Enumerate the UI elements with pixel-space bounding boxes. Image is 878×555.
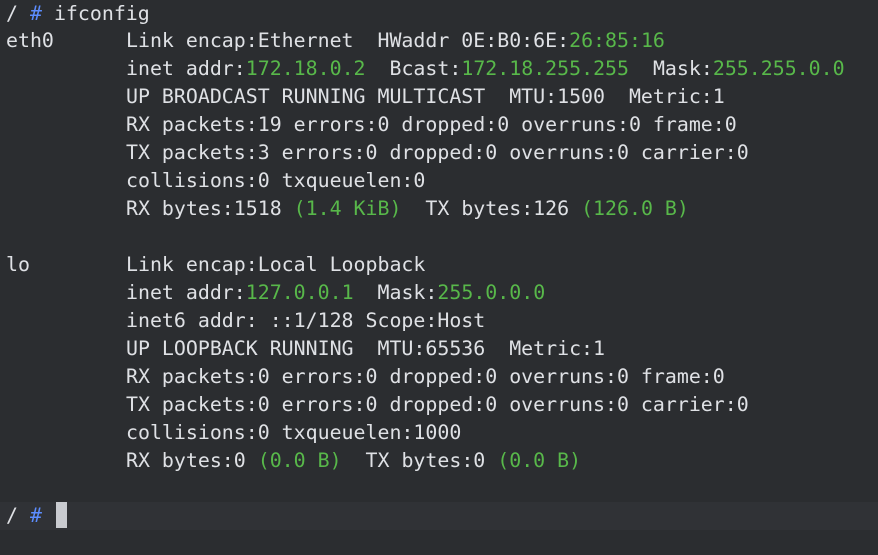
lo-rx-bytes-hr: (0.0 B) (257, 449, 342, 472)
lo-inet-line: inet addr:127.0.0.1 Mask:255.0.0.0 (6, 279, 545, 307)
lo-encap: Link encap:Local Loopback (126, 253, 426, 276)
lo-collisions-line: collisions:0 txqueuelen:1000 (6, 419, 461, 447)
lo-bytes-line: RX bytes:0 (0.0 B) TX bytes:0 (0.0 B) (6, 447, 581, 475)
eth0-rx-bytes: RX bytes:1518 (126, 197, 294, 220)
eth0-flags-line: UP BROADCAST RUNNING MULTICAST MTU:1500 … (6, 83, 725, 111)
eth0-tx-packets: TX packets:3 errors:0 dropped:0 overruns… (126, 141, 749, 164)
eth0-collisions: collisions:0 txqueuelen:0 (126, 169, 426, 192)
eth0-encap: Link encap:Ethernet (126, 29, 354, 52)
lo-inet-label: inet addr: (126, 281, 246, 304)
eth0-mask-label: Mask: (652, 57, 713, 80)
interface-name-lo: lo (6, 253, 30, 276)
lo-inet6-line: inet6 addr: ::1/128 Scope:Host (6, 307, 485, 335)
command-line: / # ifconfig (6, 0, 150, 28)
eth0-rx-bytes-hr: (1.4 KiB) (293, 197, 402, 220)
eth0-encap-line: eth0 Link encap:Ethernet HWaddr 0E:B0:6E:… (6, 27, 665, 55)
lo-rx-bytes: RX bytes:0 (126, 449, 258, 472)
lo-tx-bytes: TX bytes:0 (365, 449, 498, 472)
prompt-symbol: # (29, 2, 42, 25)
eth0-tx-bytes-hr: (126.0 B) (581, 197, 689, 220)
eth0-rx-packets: RX packets:19 errors:0 dropped:0 overrun… (126, 113, 737, 136)
eth0-tx-bytes: TX bytes:126 (425, 197, 582, 220)
eth0-hwaddr-tail: 26:85:16 (569, 29, 665, 52)
eth0-bcast: 172.18.255.255 (461, 57, 629, 80)
eth0-tx-packets-line: TX packets:3 errors:0 dropped:0 overruns… (6, 139, 749, 167)
lo-tx-packets-line: TX packets:0 errors:0 dropped:0 overruns… (6, 391, 749, 419)
eth0-rx-packets-line: RX packets:19 errors:0 dropped:0 overrun… (6, 111, 737, 139)
current-prompt-line[interactable]: / # (6, 502, 67, 530)
eth0-bytes-line: RX bytes:1518 (1.4 KiB) TX bytes:126 (12… (6, 195, 689, 223)
eth0-flags: UP BROADCAST RUNNING MULTICAST MTU:1500 … (126, 85, 725, 108)
eth0-collisions-line: collisions:0 txqueuelen:0 (6, 167, 425, 195)
interface-name-eth0: eth0 (6, 29, 54, 52)
eth0-inet-line: inet addr:172.18.0.2 Bcast:172.18.255.25… (6, 55, 845, 83)
lo-mask-label: Mask: (377, 281, 438, 304)
lo-mask: 255.0.0.0 (437, 281, 546, 304)
lo-flags-line: UP LOOPBACK RUNNING MTU:65536 Metric:1 (6, 335, 605, 363)
eth0-bcast-label: Bcast: (389, 57, 462, 80)
lo-encap-line: lo Link encap:Local Loopback (6, 251, 425, 279)
lo-tx-packets: TX packets:0 errors:0 dropped:0 overruns… (126, 393, 749, 416)
eth0-hwaddr-label: HWaddr 0E:B0:6E: (377, 29, 570, 52)
lo-inet-addr: 127.0.0.1 (245, 281, 354, 304)
eth0-inet-label: inet addr: (126, 57, 246, 80)
current-prompt-path: / (6, 504, 18, 527)
lo-rx-packets: RX packets:0 errors:0 dropped:0 overruns… (126, 365, 725, 388)
prompt-path: / (6, 2, 18, 25)
lo-flags: UP LOOPBACK RUNNING MTU:65536 Metric:1 (126, 337, 606, 360)
current-line-highlight (0, 502, 878, 530)
lo-inet6: inet6 addr: ::1/128 Scope:Host (126, 309, 486, 332)
lo-collisions: collisions:0 txqueuelen:1000 (126, 421, 462, 444)
lo-rx-packets-line: RX packets:0 errors:0 dropped:0 overruns… (6, 363, 725, 391)
text-cursor[interactable] (55, 502, 67, 528)
eth0-inet-addr: 172.18.0.2 (245, 57, 366, 80)
lo-tx-bytes-hr: (0.0 B) (497, 449, 582, 472)
command-text: ifconfig (53, 2, 150, 25)
eth0-mask: 255.255.0.0 (712, 57, 845, 80)
current-prompt-symbol: # (29, 504, 42, 527)
terminal-window[interactable]: / # ifconfig eth0 Link encap:Ethernet HWa… (0, 0, 878, 555)
